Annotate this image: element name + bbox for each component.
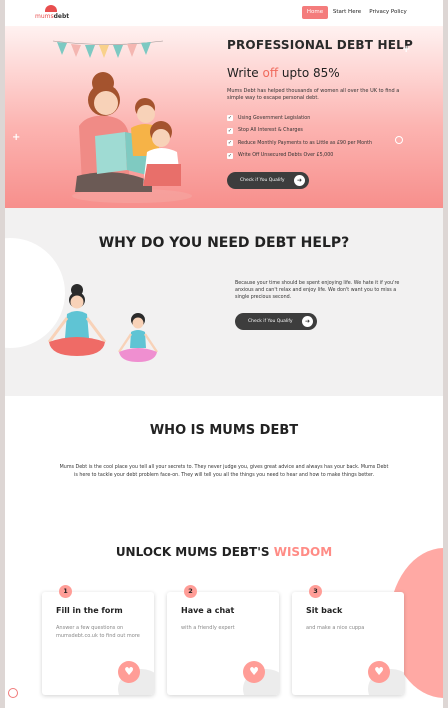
list-item: ✓ Stop All Interest & Charges xyxy=(227,127,303,134)
check-qualify-button[interactable]: Check if You Qualify ➜ xyxy=(235,313,317,330)
step-card[interactable]: Sit back and make a nice cuppa ♥ xyxy=(292,592,404,695)
wisdom-title: UNLOCK MUMS DEBT'S WISDOM xyxy=(115,545,333,559)
step-description: with a friendly expert xyxy=(181,625,235,631)
who-description: Mums Debt is the cool place you tell all… xyxy=(59,465,389,478)
page: mumsdebt Home Start Here Privacy Policy xyxy=(5,0,443,708)
mother-reading-children-illustration xyxy=(72,72,192,203)
check-icon: ✓ xyxy=(227,140,233,147)
ring-decoration-icon xyxy=(8,688,18,698)
arrow-right-icon: ➜ xyxy=(294,175,305,186)
step-description: and make a nice cuppa xyxy=(306,625,365,631)
step-card[interactable]: Fill in the form Answer a few questions … xyxy=(42,592,154,695)
why-description: Because your time should be spent enjoyi… xyxy=(235,281,400,300)
hero-section: PROFESSIONAL DEBT HELP Write off upto 85… xyxy=(5,26,443,208)
why-section: WHY DO YOU NEED DEBT HELP? Because your … xyxy=(5,208,443,396)
step-title: Fill in the form xyxy=(56,606,123,615)
step-card[interactable]: Have a chat with a friendly expert ♥ xyxy=(167,592,279,695)
logo-mark-icon xyxy=(45,5,57,12)
check-qualify-button[interactable]: Check if You Qualify ➜ xyxy=(227,172,309,189)
nav-privacy-policy[interactable]: Privacy Policy xyxy=(367,6,409,19)
check-icon: ✓ xyxy=(227,115,233,122)
arrow-right-icon: ➜ xyxy=(302,316,313,327)
heart-icon: ♥ xyxy=(243,661,265,683)
benefit-checklist: ✓ Using Government Legislation ✓ Stop All … xyxy=(227,112,417,162)
step-title: Sit back xyxy=(306,606,343,615)
logo-text: mumsdebt xyxy=(35,13,70,20)
hero-title: PROFESSIONAL DEBT HELP xyxy=(227,38,413,52)
heart-icon: ♥ xyxy=(368,661,390,683)
plus-decoration-icon: + xyxy=(402,44,411,55)
ring-decoration-icon xyxy=(395,136,403,144)
step-number-badge: 3 xyxy=(309,585,322,598)
who-title: WHO IS MUMS DEBT xyxy=(149,423,299,438)
why-title: WHY DO YOU NEED DEBT HELP? xyxy=(98,235,350,251)
check-icon: ✓ xyxy=(227,152,233,159)
nav-start-here[interactable]: Start Here xyxy=(332,6,362,19)
top-nav: mumsdebt Home Start Here Privacy Policy xyxy=(5,0,443,26)
meditating-mother-daughter-illustration xyxy=(47,284,158,362)
nav-home[interactable]: Home xyxy=(302,6,328,19)
list-item: ✓ Reduce Monthly Payments to as Little as… xyxy=(227,140,373,147)
step-description: Answer a few questions on mumsdebt.co.uk… xyxy=(56,625,140,639)
hero-subtitle: Write off upto 85% xyxy=(227,66,340,80)
step-number-badge: 2 xyxy=(184,585,197,598)
check-icon: ✓ xyxy=(227,127,233,134)
step-title: Have a chat xyxy=(181,606,235,615)
plus-decoration-icon: + xyxy=(12,132,21,143)
step-number-badge: 1 xyxy=(59,585,72,598)
hero-description: Mums Debt has helped thousands of women … xyxy=(227,88,400,101)
logo[interactable]: mumsdebt xyxy=(35,5,95,23)
list-item: ✓ Write Off Unsecured Debts Over £5,000 xyxy=(227,152,334,159)
heart-icon: ♥ xyxy=(118,661,140,683)
list-item: ✓ Using Government Legislation xyxy=(227,115,311,122)
